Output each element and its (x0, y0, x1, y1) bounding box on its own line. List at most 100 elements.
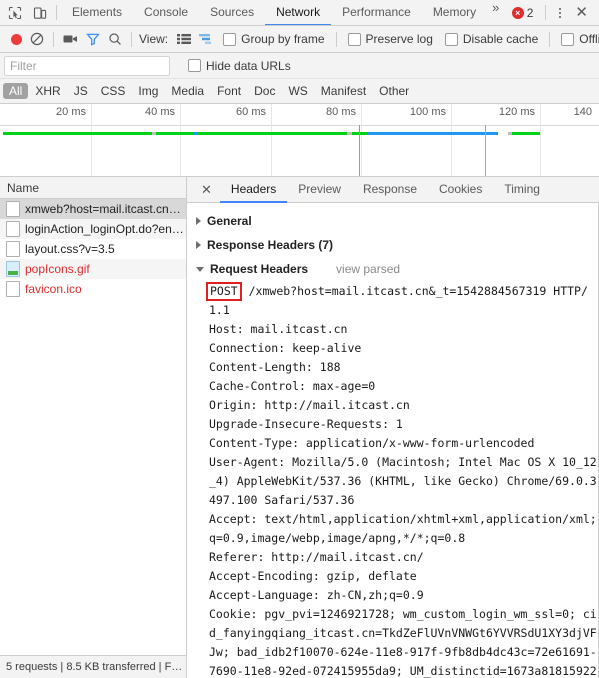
group-by-frame-checkbox[interactable]: Group by frame (223, 32, 324, 46)
type-filter-font[interactable]: Font (211, 83, 247, 99)
overview-gridline (91, 104, 92, 176)
type-filter-manifest[interactable]: Manifest (315, 83, 372, 99)
disable-cache-checkbox[interactable]: Disable cache (445, 32, 538, 46)
camera-icon[interactable] (63, 33, 78, 45)
tab-console[interactable]: Console (133, 0, 199, 25)
overview-request-bar (194, 132, 197, 135)
stylesheet-icon (6, 241, 20, 257)
error-count-value: 2 (527, 6, 534, 20)
request-name-column-header[interactable]: Name (0, 177, 186, 199)
request-name: loginAction_loginOpt.do?enc… (25, 222, 186, 236)
headers-body: General Response Headers (7) Request Hea… (187, 203, 599, 678)
tab-headers[interactable]: Headers (220, 177, 287, 203)
disable-cache-box[interactable] (445, 33, 458, 46)
tab-network[interactable]: Network (265, 0, 331, 25)
inspect-element-icon[interactable] (6, 4, 23, 21)
preserve-log-label: Preserve log (366, 32, 433, 46)
request-row[interactable]: popIcons.gif (0, 259, 186, 279)
overview-gridline (180, 104, 181, 176)
tab-cookies[interactable]: Cookies (428, 177, 493, 203)
overview-tick-label: 140 (574, 106, 597, 118)
type-filter-ws[interactable]: WS (282, 83, 313, 99)
request-row[interactable]: favicon.ico (0, 279, 186, 299)
network-split-view: Name xmweb?host=mail.itcast.cn&… loginAct… (0, 177, 599, 678)
overview-gridline (361, 104, 362, 176)
device-toolbar-icon[interactable] (31, 4, 48, 21)
document-icon (6, 201, 20, 217)
request-name: favicon.ico (25, 282, 82, 296)
request-row[interactable]: loginAction_loginOpt.do?enc… (0, 219, 186, 239)
type-filter-all[interactable]: All (3, 83, 28, 99)
devtools-window: Elements Console Sources Network Perform… (0, 0, 599, 678)
type-filter-img[interactable]: Img (132, 83, 164, 99)
network-overview-timeline[interactable]: 20 ms40 ms60 ms80 ms100 ms120 ms140 (0, 104, 599, 177)
type-filter-other[interactable]: Other (373, 83, 415, 99)
overview-gridline (451, 104, 452, 176)
request-row[interactable]: xmweb?host=mail.itcast.cn&… (0, 199, 186, 219)
network-toolbar: View: Group by frame Preserve log (0, 26, 599, 53)
tab-response[interactable]: Response (352, 177, 428, 203)
filter-funnel-icon[interactable] (86, 32, 100, 46)
tab-performance[interactable]: Performance (331, 0, 422, 25)
tab-elements[interactable]: Elements (61, 0, 133, 25)
load-event-marker (485, 125, 486, 176)
record-button[interactable] (11, 34, 22, 45)
tab-timing[interactable]: Timing (493, 177, 551, 203)
close-devtools-icon[interactable]: ✕ (570, 5, 593, 20)
type-filter-xhr[interactable]: XHR (29, 83, 66, 99)
overview-tick-label: 20 ms (56, 106, 91, 118)
list-view-icon[interactable] (177, 33, 191, 45)
section-response-headers[interactable]: Response Headers (7) (194, 233, 599, 257)
error-count-badge[interactable]: × 2 (510, 6, 540, 20)
type-filter-doc[interactable]: Doc (248, 83, 281, 99)
group-by-frame-box[interactable] (223, 33, 236, 46)
hide-data-urls-box[interactable] (188, 59, 201, 72)
offline-checkbox[interactable]: Offline (561, 32, 599, 46)
group-by-frame-label: Group by frame (241, 32, 324, 46)
waterfall-view-icon[interactable] (199, 33, 213, 45)
type-filter-css[interactable]: CSS (95, 83, 132, 99)
more-options-icon[interactable] (552, 8, 568, 18)
type-filter-media[interactable]: Media (165, 83, 210, 99)
preserve-log-box[interactable] (348, 33, 361, 46)
chevron-down-icon (196, 267, 204, 272)
offline-label: Offline (579, 32, 599, 46)
overview-tick-label: 120 ms (499, 106, 540, 118)
request-method-highlight: POST (206, 282, 242, 301)
tab-sources[interactable]: Sources (199, 0, 265, 25)
preserve-log-checkbox[interactable]: Preserve log (348, 32, 433, 46)
section-general-label: General (207, 214, 252, 228)
request-name: xmweb?host=mail.itcast.cn&… (25, 202, 186, 216)
error-circle-icon: × (512, 7, 524, 19)
dom-content-loaded-marker (359, 125, 360, 176)
devtools-main-tabs: Elements Console Sources Network Perform… (61, 0, 510, 25)
devtools-tabbar: Elements Console Sources Network Perform… (0, 0, 599, 26)
more-tabs-chevron-icon[interactable]: » (487, 0, 504, 25)
detail-tabbar: ✕ Headers Preview Response Cookies Timin… (187, 177, 599, 203)
request-row[interactable]: layout.css?v=3.5 (0, 239, 186, 259)
document-icon (6, 281, 20, 297)
section-general[interactable]: General (194, 209, 599, 233)
network-status-bar: 5 requests | 8.5 KB transferred | F… (0, 655, 186, 678)
clear-button[interactable] (30, 32, 44, 46)
filter-placeholder: Filter (10, 59, 37, 73)
section-request-headers[interactable]: Request Headers view parsed (194, 257, 599, 281)
close-detail-icon[interactable]: ✕ (193, 177, 220, 202)
hide-data-urls-checkbox[interactable]: Hide data URLs (188, 59, 291, 73)
request-list-pane: Name xmweb?host=mail.itcast.cn&… loginAct… (0, 177, 187, 678)
type-filter-js[interactable]: JS (68, 83, 94, 99)
tab-preview[interactable]: Preview (287, 177, 352, 203)
search-icon[interactable] (108, 32, 122, 46)
tabbar-right-controls: × 2 ✕ (510, 0, 599, 25)
chevron-right-icon (196, 241, 201, 249)
image-icon (6, 261, 20, 277)
tab-memory[interactable]: Memory (422, 0, 487, 25)
view-parsed-link[interactable]: view parsed (336, 262, 400, 276)
tabbar-divider (56, 5, 57, 20)
overview-tick-label: 80 ms (326, 106, 361, 118)
overview-tick-label: 60 ms (236, 106, 271, 118)
overview-tick-label: 40 ms (145, 106, 180, 118)
offline-box[interactable] (561, 33, 574, 46)
search-input[interactable]: Filter (4, 56, 170, 76)
filter-row: Filter Hide data URLs (0, 53, 599, 79)
